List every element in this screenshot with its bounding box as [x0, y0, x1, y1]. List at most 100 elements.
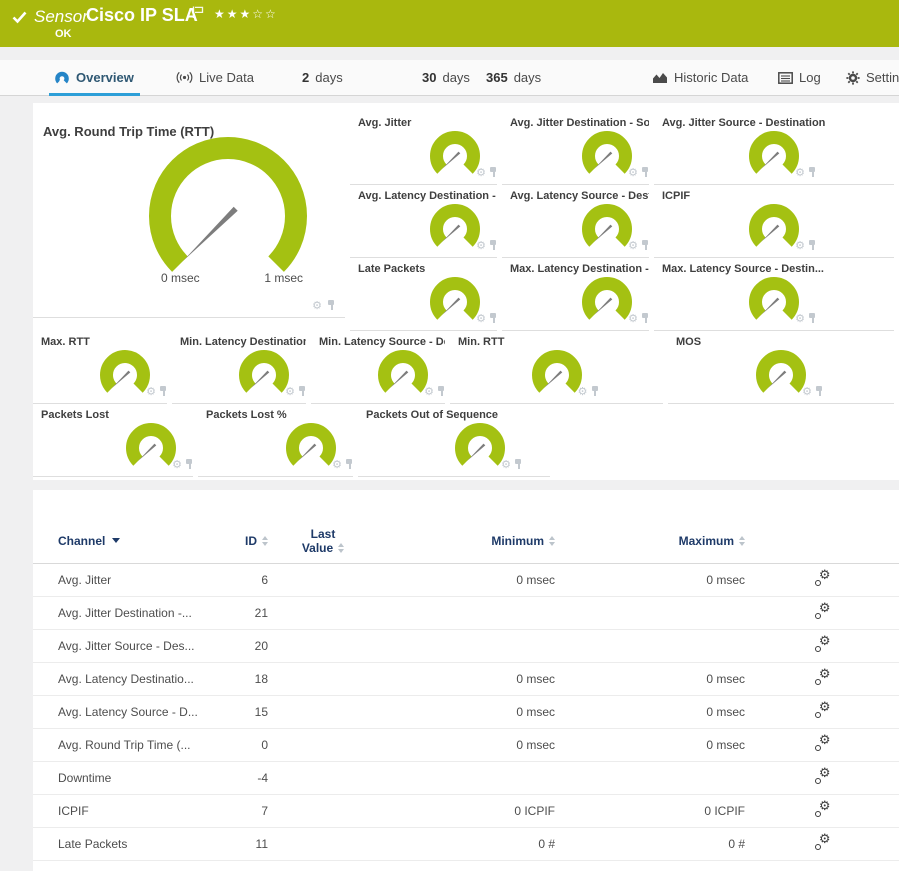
channel-name[interactable]: ICPIF — [58, 804, 228, 818]
gauge-dial — [123, 417, 179, 470]
pin-icon[interactable] — [641, 240, 649, 251]
pin-icon[interactable] — [641, 313, 649, 324]
pin-icon[interactable] — [808, 167, 816, 178]
gauge-tile: ICPIF — [654, 185, 894, 258]
gear-icon[interactable] — [285, 386, 295, 397]
tab-365-days[interactable]: 365 days — [486, 60, 541, 95]
pin-icon[interactable] — [514, 459, 522, 470]
gear-icon[interactable] — [424, 386, 434, 397]
broadcast-icon — [176, 71, 193, 84]
edit-channel-gear-icon[interactable] — [814, 670, 831, 685]
gear-icon[interactable] — [312, 300, 322, 311]
pin-icon[interactable] — [298, 386, 306, 397]
stars-empty[interactable]: ☆☆ — [252, 7, 278, 21]
gear-icon[interactable] — [578, 386, 588, 397]
tab-label: days — [514, 70, 541, 85]
tab-live-data[interactable]: Live Data — [176, 60, 254, 95]
priority-stars[interactable]: ★★★☆☆ — [214, 7, 278, 21]
pin-icon[interactable] — [327, 300, 335, 311]
pin-icon[interactable] — [345, 459, 353, 470]
edit-channel-gear-icon[interactable] — [814, 769, 831, 784]
gauge-dial — [746, 271, 802, 324]
gauge-dial — [97, 344, 153, 397]
stars-filled[interactable]: ★★★ — [214, 7, 252, 21]
edit-channel-gear-icon[interactable] — [814, 802, 831, 817]
edit-channel-gear-icon[interactable] — [814, 604, 831, 619]
channel-name[interactable]: Avg. Jitter Source - Des... — [58, 639, 228, 653]
edit-channel-gear-icon[interactable] — [814, 703, 831, 718]
gear-icon[interactable] — [628, 240, 638, 251]
table-row: Avg. Round Trip Time (... 0 0 msec 0 mse… — [33, 729, 899, 762]
gauge-tile: Max. RTT — [33, 331, 167, 404]
column-header-label: Minimum — [491, 534, 544, 548]
pin-icon[interactable] — [437, 386, 445, 397]
gauge-dial — [746, 125, 802, 178]
column-header-last-value[interactable]: Last Value — [268, 527, 378, 555]
gear-icon[interactable] — [795, 240, 805, 251]
channel-minimum: 0 ICPIF — [378, 804, 555, 818]
gear-icon[interactable] — [802, 386, 812, 397]
pin-icon[interactable] — [808, 240, 816, 251]
gauge-dial — [746, 198, 802, 251]
channel-id: 0 — [228, 738, 268, 752]
gear-icon[interactable] — [332, 459, 342, 470]
gauge-dial — [375, 344, 431, 397]
channel-maximum: 0 msec — [555, 672, 745, 686]
list-icon — [778, 72, 793, 84]
tab-30-days[interactable]: 30 days — [422, 60, 470, 95]
gauge-tile: Min. Latency Destination - So... — [172, 331, 306, 404]
gear-icon[interactable] — [628, 167, 638, 178]
pin-icon[interactable] — [591, 386, 599, 397]
tab-historic-data[interactable]: Historic Data — [652, 60, 748, 95]
gear-icon[interactable] — [628, 313, 638, 324]
pin-icon[interactable] — [489, 167, 497, 178]
channel-name[interactable]: Avg. Latency Destinatio... — [58, 672, 228, 686]
gear-icon[interactable] — [476, 240, 486, 251]
pin-icon[interactable] — [185, 459, 193, 470]
check-icon — [12, 11, 27, 24]
gear-icon[interactable] — [795, 167, 805, 178]
sort-icon — [739, 536, 745, 546]
gear-icon[interactable] — [476, 313, 486, 324]
channel-name[interactable]: Avg. Latency Source - D... — [58, 705, 228, 719]
sensor-header: Sensor Cisco IP SLA ★★★☆☆ OK — [0, 0, 899, 47]
channel-name[interactable]: Downtime — [58, 771, 228, 785]
column-header-maximum[interactable]: Maximum — [555, 534, 745, 548]
pin-icon[interactable] — [808, 313, 816, 324]
gear-icon[interactable] — [476, 167, 486, 178]
pin-icon[interactable] — [489, 313, 497, 324]
gear-icon[interactable] — [172, 459, 182, 470]
tab-log[interactable]: Log — [778, 60, 821, 95]
gauge-dial — [427, 271, 483, 324]
sensor-type-label: Sensor — [34, 7, 88, 27]
gear-icon[interactable] — [501, 459, 511, 470]
channel-name[interactable]: Avg. Jitter Destination -... — [58, 606, 228, 620]
channel-name[interactable]: Late Packets — [58, 837, 228, 851]
channel-id: 7 — [228, 804, 268, 818]
tab-number: 2 — [302, 70, 309, 85]
channel-name[interactable]: Avg. Jitter — [58, 573, 228, 587]
pin-icon[interactable] — [489, 240, 497, 251]
tab-overview[interactable]: Overview — [55, 60, 134, 95]
gauge-tile: Packets Lost — [33, 404, 193, 477]
column-header-minimum[interactable]: Minimum — [378, 534, 555, 548]
column-header-channel[interactable]: Channel — [58, 534, 228, 548]
table-row: ICPIF 7 0 ICPIF 0 ICPIF — [33, 795, 899, 828]
edit-channel-gear-icon[interactable] — [814, 736, 831, 751]
gear-icon[interactable] — [795, 313, 805, 324]
column-header-id[interactable]: ID — [228, 534, 268, 548]
edit-channel-gear-icon[interactable] — [814, 637, 831, 652]
gauge-tile: Packets Out of Sequence — [358, 404, 550, 477]
channel-name[interactable]: Avg. Round Trip Time (... — [58, 738, 228, 752]
tab-label: days — [315, 70, 342, 85]
pin-icon[interactable] — [159, 386, 167, 397]
tab-2-days[interactable]: 2 days — [302, 60, 343, 95]
edit-channel-gear-icon[interactable] — [814, 835, 831, 850]
edit-channel-gear-icon[interactable] — [814, 571, 831, 586]
gear-icon[interactable] — [146, 386, 156, 397]
pin-icon[interactable] — [641, 167, 649, 178]
flag-icon[interactable] — [192, 6, 204, 19]
table-row: Downtime -4 — [33, 762, 899, 795]
pin-icon[interactable] — [815, 386, 823, 397]
tab-settings[interactable]: Settings — [846, 60, 899, 95]
